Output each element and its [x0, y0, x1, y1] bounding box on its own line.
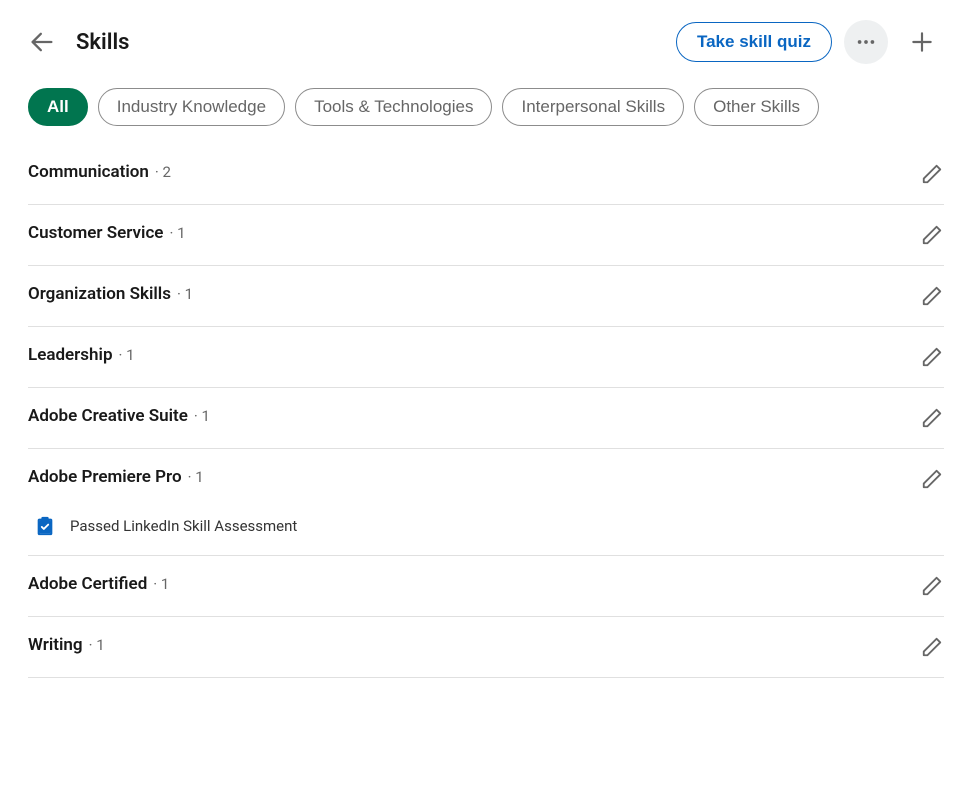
- filter-pill-industry-knowledge[interactable]: Industry Knowledge: [98, 88, 285, 126]
- skill-endorsement-count: · 1: [194, 407, 210, 425]
- skill-endorsement-count: · 2: [155, 163, 171, 181]
- skill-endorsement-count: · 1: [169, 224, 185, 242]
- skill-title-line: Customer Service · 1: [28, 223, 186, 243]
- more-options-button[interactable]: [844, 20, 888, 64]
- skill-name: Customer Service: [28, 223, 163, 243]
- skill-info: Adobe Premiere Pro · 1 Passed LinkedIn Ski…: [28, 467, 297, 537]
- header-left: Skills: [28, 28, 130, 56]
- skill-title-line: Writing · 1: [28, 635, 105, 655]
- skill-info: Organization Skills · 1: [28, 284, 193, 304]
- skill-info: Writing · 1: [28, 635, 105, 655]
- filter-pill-interpersonal-skills[interactable]: Interpersonal Skills: [502, 88, 684, 126]
- pencil-icon[interactable]: [920, 284, 944, 308]
- skill-row: Customer Service · 1: [28, 205, 944, 266]
- skill-name: Writing: [28, 635, 83, 655]
- skill-endorsement-count: · 1: [119, 346, 135, 364]
- skill-name: Adobe Creative Suite: [28, 406, 188, 426]
- skill-row: Writing · 1: [28, 617, 944, 678]
- pencil-icon[interactable]: [920, 162, 944, 186]
- back-icon[interactable]: [28, 28, 56, 56]
- assessment-text: Passed LinkedIn Skill Assessment: [70, 517, 297, 535]
- filter-pill-tools-technologies[interactable]: Tools & Technologies: [295, 88, 492, 126]
- pencil-icon[interactable]: [920, 635, 944, 659]
- page-header: Skills Take skill quiz: [28, 20, 944, 64]
- pencil-icon[interactable]: [920, 223, 944, 247]
- skill-name: Adobe Certified: [28, 574, 147, 594]
- skills-list: Communication· 2Customer Service· 1Organ…: [28, 152, 944, 678]
- header-right: Take skill quiz: [676, 20, 944, 64]
- page-title: Skills: [76, 30, 130, 55]
- skill-info: Customer Service · 1: [28, 223, 186, 243]
- skill-title-line: Organization Skills · 1: [28, 284, 193, 304]
- skill-title-line: Adobe Premiere Pro · 1: [28, 467, 297, 487]
- add-button[interactable]: [900, 20, 944, 64]
- skill-row: Leadership · 1: [28, 327, 944, 388]
- take-skill-quiz-button[interactable]: Take skill quiz: [676, 22, 832, 62]
- skill-name: Leadership: [28, 345, 113, 365]
- pencil-icon[interactable]: [920, 406, 944, 430]
- skill-row: Communication · 2: [28, 152, 944, 205]
- skill-info: Adobe Certified · 1: [28, 574, 169, 594]
- skill-title-line: Adobe Certified · 1: [28, 574, 169, 594]
- skill-endorsement-count: · 1: [188, 468, 204, 486]
- skill-info: Leadership · 1: [28, 345, 135, 365]
- skill-name: Communication: [28, 162, 149, 182]
- pencil-icon[interactable]: [920, 574, 944, 598]
- assessment-line: Passed LinkedIn Skill Assessment: [34, 515, 297, 537]
- skill-row: Organization Skills · 1: [28, 266, 944, 327]
- pencil-icon[interactable]: [920, 467, 944, 491]
- skill-endorsement-count: · 1: [153, 575, 169, 593]
- skill-title-line: Communication · 2: [28, 162, 171, 182]
- filter-pill-other-skills[interactable]: Other Skills: [694, 88, 819, 126]
- skill-name: Organization Skills: [28, 284, 171, 304]
- skill-row: Adobe Certified · 1: [28, 556, 944, 617]
- skill-endorsement-count: · 1: [177, 285, 193, 303]
- skill-row: Adobe Creative Suite · 1: [28, 388, 944, 449]
- skill-info: Adobe Creative Suite · 1: [28, 406, 210, 426]
- skill-info: Communication · 2: [28, 162, 171, 182]
- skill-title-line: Leadership · 1: [28, 345, 135, 365]
- pencil-icon[interactable]: [920, 345, 944, 369]
- clipboard-check-icon: [34, 515, 56, 537]
- skill-name: Adobe Premiere Pro: [28, 467, 182, 487]
- filter-pill-all[interactable]: All: [28, 88, 88, 126]
- skill-title-line: Adobe Creative Suite · 1: [28, 406, 210, 426]
- skill-endorsement-count: · 1: [89, 636, 105, 654]
- skill-row: Adobe Premiere Pro · 1 Passed LinkedIn Ski…: [28, 449, 944, 556]
- filter-bar: All Industry Knowledge Tools & Technologie…: [28, 88, 944, 126]
